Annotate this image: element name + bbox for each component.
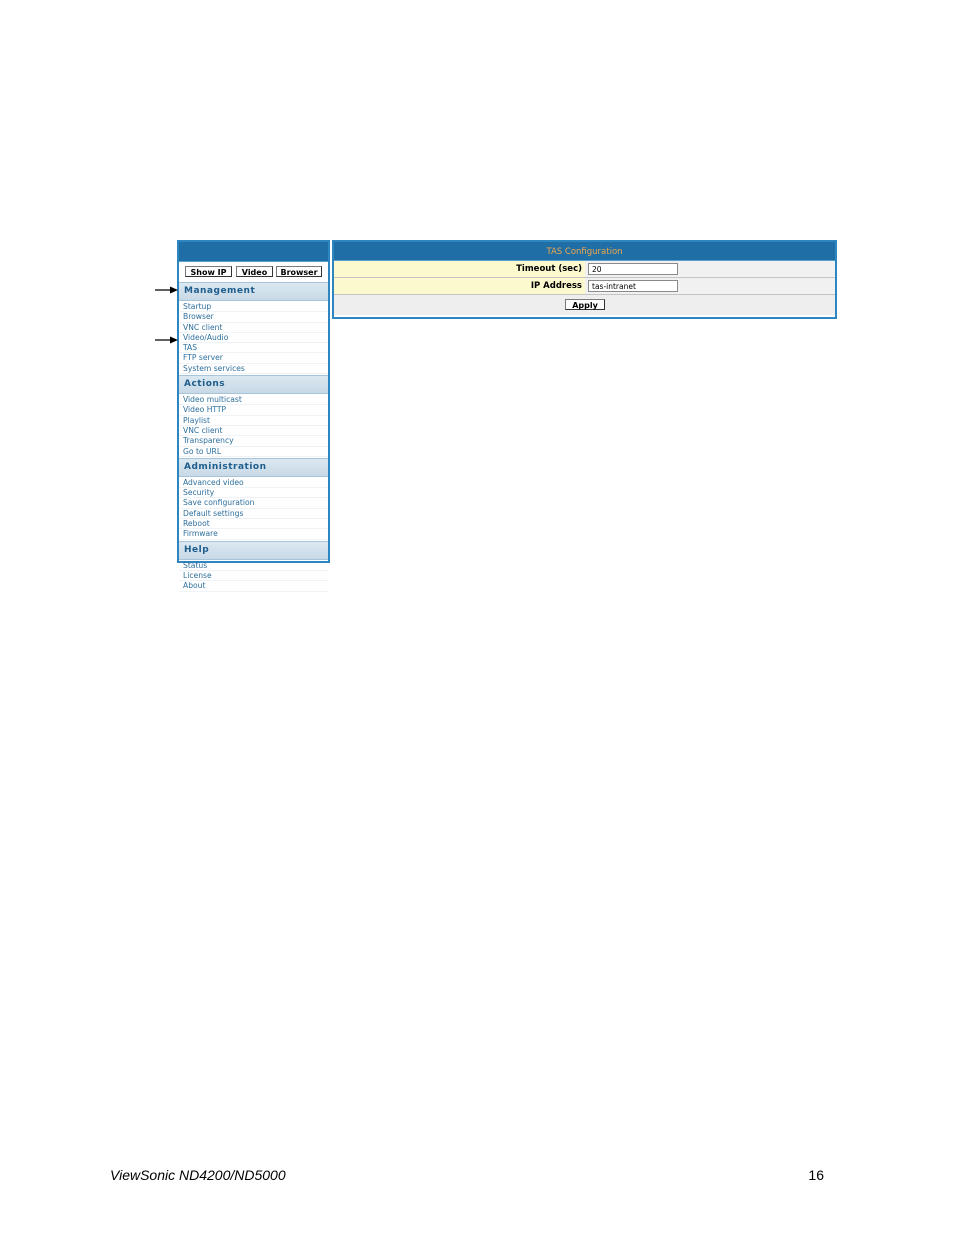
browser-button[interactable]: Browser <box>276 266 322 277</box>
show-ip-button[interactable]: Show IP <box>185 266 232 277</box>
ip-address-row: IP Address <box>334 278 835 295</box>
ip-address-value-cell <box>585 278 835 294</box>
quick-button-row: Show IP Video Browser <box>179 262 328 282</box>
sidebar-item-firmware[interactable]: Firmware <box>179 529 328 540</box>
sidebar-item-video-multicast[interactable]: Video multicast <box>179 395 328 406</box>
sidebar-item-video-http[interactable]: Video HTTP <box>179 405 328 416</box>
sidebar-item-security[interactable]: Security <box>179 488 328 499</box>
timeout-input[interactable] <box>588 263 678 275</box>
apply-button[interactable]: Apply <box>565 299 605 310</box>
sidebar-item-go-to-url[interactable]: Go to URL <box>179 447 328 457</box>
sidebar-item-about[interactable]: About <box>179 581 328 592</box>
help-menu: Status License About <box>179 560 328 593</box>
sidebar-item-vnc-client-action[interactable]: VNC client <box>179 426 328 437</box>
sidebar-item-vnc-client[interactable]: VNC client <box>179 323 328 333</box>
footer-page-number: 16 <box>808 1167 824 1183</box>
sidebar-item-tas[interactable]: TAS <box>179 343 328 354</box>
sidebar-header-bar <box>179 242 328 262</box>
actions-menu: Video multicast Video HTTP Playlist VNC … <box>179 394 328 458</box>
sidebar-item-browser[interactable]: Browser <box>179 312 328 323</box>
apply-row: Apply <box>334 295 835 315</box>
tas-configuration-panel: TAS Configuration Timeout (sec) IP Addre… <box>332 240 837 319</box>
section-management: Management <box>179 282 328 301</box>
sidebar-item-status[interactable]: Status <box>179 561 328 571</box>
video-button[interactable]: Video <box>236 266 273 277</box>
arrow-right-icon <box>155 286 178 294</box>
sidebar-item-video-audio[interactable]: Video/Audio <box>179 333 328 344</box>
sidebar-item-transparency[interactable]: Transparency <box>179 436 328 447</box>
sidebar-item-license[interactable]: License <box>179 571 328 582</box>
section-actions: Actions <box>179 375 328 395</box>
sidebar-item-startup[interactable]: Startup <box>179 302 328 313</box>
sidebar-item-ftp-server[interactable]: FTP server <box>179 353 328 364</box>
section-help: Help <box>179 540 328 560</box>
sidebar-item-system-services[interactable]: System services <box>179 364 328 375</box>
ip-address-label: IP Address <box>334 278 585 294</box>
sidebar-item-save-configuration[interactable]: Save configuration <box>179 498 328 509</box>
sidebar-item-advanced-video[interactable]: Advanced video <box>179 478 328 489</box>
sidebar-item-default-settings[interactable]: Default settings <box>179 509 328 520</box>
sidebar: Show IP Video Browser Management Startup… <box>177 240 330 592</box>
footer-product-name: ViewSonic ND4200/ND5000 <box>110 1167 286 1183</box>
section-administration: Administration <box>179 457 328 477</box>
ip-address-input[interactable] <box>588 280 678 292</box>
sidebar-item-reboot[interactable]: Reboot <box>179 519 328 530</box>
arrow-right-icon <box>155 336 178 344</box>
administration-menu: Advanced video Security Save configurati… <box>179 477 328 541</box>
panel-title: TAS Configuration <box>334 242 835 261</box>
sidebar-item-playlist[interactable]: Playlist <box>179 416 328 426</box>
timeout-row: Timeout (sec) <box>334 261 835 278</box>
management-menu: Startup Browser VNC client Video/Audio T… <box>179 301 328 375</box>
timeout-label: Timeout (sec) <box>334 261 585 277</box>
timeout-value-cell <box>585 261 835 277</box>
